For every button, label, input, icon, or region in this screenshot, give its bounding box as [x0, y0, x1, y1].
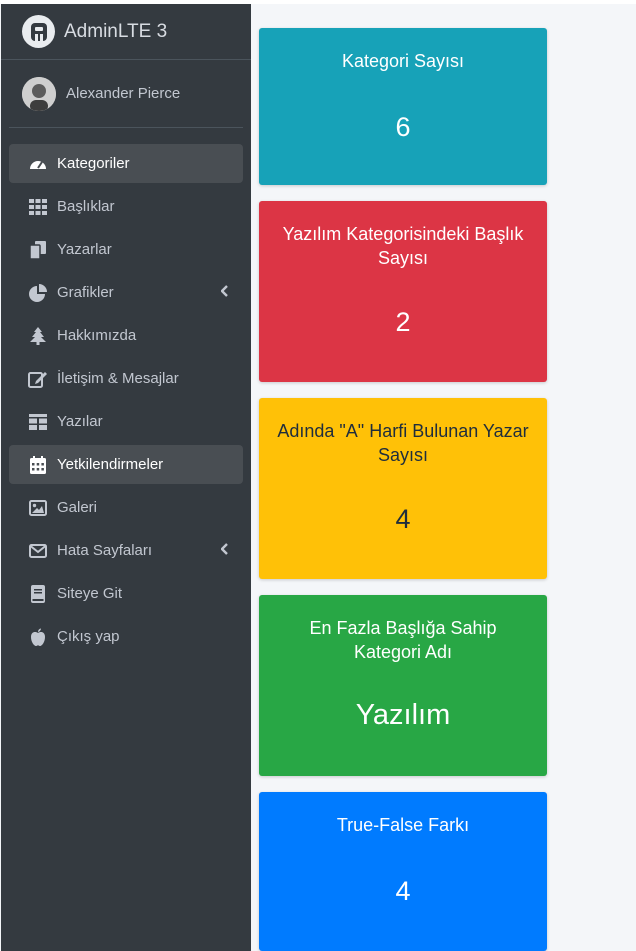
stat-box-value: Yazılım [355, 699, 451, 731]
sidebar-item-label: Yazılar [57, 413, 103, 430]
apple-icon [27, 626, 49, 648]
sidebar-item-iletisim[interactable]: İletişim & Mesajlar [9, 359, 243, 398]
sidebar-item-hakkimizda[interactable]: Hakkımızda [9, 316, 243, 355]
sidebar-item-label: Hata Sayfaları [57, 542, 153, 559]
stat-box-value: 2 [395, 307, 411, 337]
sidebar-item-label: Hakkımızda [57, 327, 137, 344]
brand-link[interactable]: AdminLTE 3 [1, 4, 251, 60]
image-icon [27, 497, 49, 519]
stat-box-baslik-sayisi: Yazılım Kategorisindeki Başlık Sayısı 2 [259, 201, 547, 382]
content-wrapper: Kategori Sayısı 6 Yazılım Kategorisindek… [251, 4, 636, 951]
table-icon [27, 411, 49, 433]
stat-box-title: Adında "A" Harfi Bulunan Yazar Sayısı [277, 421, 529, 465]
sidebar-item-basliklar[interactable]: Başlıklar [9, 187, 243, 226]
sidebar-item-yazarlar[interactable]: Yazarlar [9, 230, 243, 269]
sidebar-item-hata-sayfalari[interactable]: Hata Sayfaları [9, 531, 243, 570]
sidebar-item-label: Grafikler [57, 284, 114, 301]
stat-box-value: 6 [395, 112, 411, 142]
sidebar-item-label: Kategoriler [57, 155, 130, 172]
stat-box-true-false-farki: True-False Farkı 4 [259, 792, 547, 951]
avatar[interactable] [22, 76, 56, 111]
sidebar-item-cikis-yap[interactable]: Çıkış yap [9, 617, 243, 656]
sidebar-item-label: Siteye Git [57, 585, 123, 602]
sidebar-item-grafikler[interactable]: Grafikler [9, 273, 243, 312]
main-sidebar: AdminLTE 3 Alexander Pierce Kategoriler [1, 4, 251, 951]
sidebar-item-label: Çıkış yap [57, 628, 120, 645]
book-icon [27, 583, 49, 605]
chevron-left-icon[interactable] [220, 542, 229, 560]
sidebar-item-yazilar[interactable]: Yazılar [9, 402, 243, 441]
pie-chart-icon [27, 282, 49, 304]
chevron-left-icon[interactable] [220, 284, 229, 302]
tree-icon [27, 325, 49, 347]
stat-box-value: 4 [395, 504, 411, 534]
sidebar-item-label: Yetkilendirmeler [57, 456, 164, 473]
sidebar-item-label: Yazarlar [57, 241, 112, 258]
sidebar-item-label: İletişim & Mesajlar [57, 370, 179, 387]
grid-icon [27, 196, 49, 218]
calendar-icon [27, 454, 49, 476]
stat-box-title: En Fazla Başlığa Sahip Kategori Adı [309, 618, 497, 662]
envelope-icon [27, 540, 49, 562]
stat-box-yazar-sayisi: Adında "A" Harfi Bulunan Yazar Sayısı 4 [259, 398, 547, 579]
user-panel[interactable]: Alexander Pierce [9, 60, 243, 128]
stat-box-title: Yazılım Kategorisindeki Başlık Sayısı [282, 224, 524, 268]
stat-box-title: Kategori Sayısı [341, 51, 465, 71]
adminlte-logo-icon [22, 15, 55, 48]
stat-box-title: True-False Farkı [336, 815, 470, 835]
stat-box-value: 4 [395, 876, 411, 906]
sidebar-nav: Kategoriler Başlıklar Yazarlar Grafikler… [1, 128, 251, 656]
stat-box-kategori-sayisi: Kategori Sayısı 6 [259, 28, 547, 185]
edit-icon [27, 368, 49, 390]
copy-icon [27, 239, 49, 261]
sidebar-item-siteye-git[interactable]: Siteye Git [9, 574, 243, 613]
sidebar-item-galeri[interactable]: Galeri [9, 488, 243, 527]
brand-name: AdminLTE 3 [64, 20, 168, 42]
user-name[interactable]: Alexander Pierce [66, 85, 180, 102]
sidebar-item-label: Galeri [57, 499, 98, 516]
dashboard-icon [27, 153, 49, 175]
stat-box-kategori-adi: En Fazla Başlığa Sahip Kategori Adı Yazı… [259, 595, 547, 776]
sidebar-item-kategoriler[interactable]: Kategoriler [9, 144, 243, 183]
sidebar-item-label: Başlıklar [57, 198, 115, 215]
sidebar-item-yetkilendirmeler[interactable]: Yetkilendirmeler [9, 445, 243, 484]
